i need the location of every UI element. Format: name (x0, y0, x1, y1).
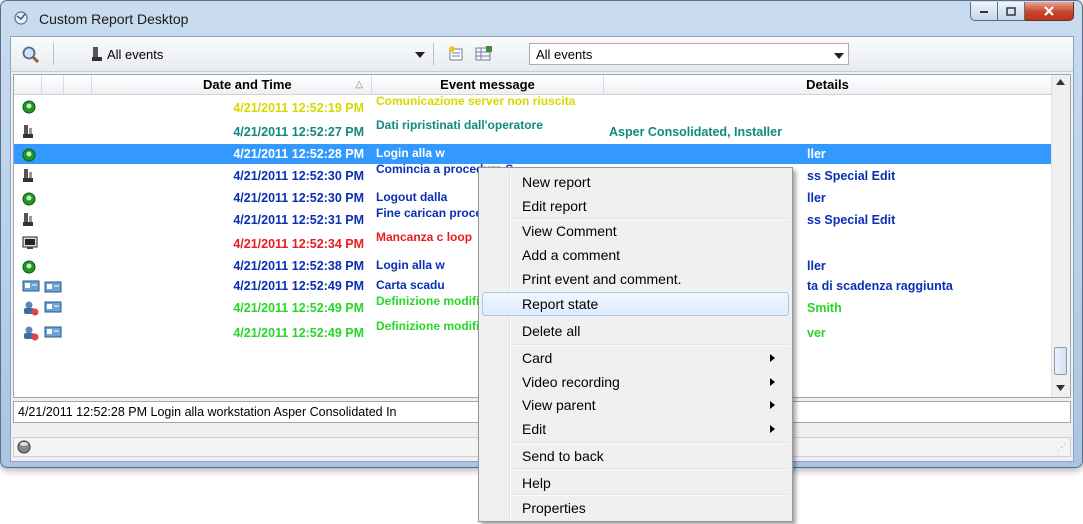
green-ok-icon (22, 100, 36, 117)
menu-item-report-state[interactable]: Report state (482, 292, 789, 316)
sort-ascending-icon: △ (355, 79, 363, 90)
column-header-details[interactable]: Details (604, 75, 1052, 94)
cell-details: ss Special Edit (807, 169, 896, 183)
green-ok-icon (22, 192, 36, 209)
menu-item-properties[interactable]: Properties (482, 496, 789, 520)
column-header-date[interactable]: Date and Time △ (92, 75, 372, 94)
menu-item-video-recording[interactable]: Video recording (482, 370, 789, 394)
table-row[interactable]: 4/21/2011 12:52:19 PM Comunicazione serve… (14, 96, 1052, 120)
card-icon (44, 301, 62, 316)
toolbar-separator (433, 43, 434, 65)
column-header-icon3[interactable] (64, 75, 92, 94)
event-filter-combo[interactable]: All events (529, 43, 849, 65)
chevron-down-icon (834, 53, 844, 59)
vertical-scrollbar[interactable] (1051, 75, 1070, 397)
cell-details: Smith (807, 301, 842, 315)
cell-details: ller (807, 147, 826, 161)
submenu-arrow-icon (770, 425, 775, 433)
menu-item-view-comment[interactable]: View Comment (482, 219, 789, 243)
monitor-icon (22, 236, 38, 253)
cell-date: 4/21/2011 12:52:49 PM (233, 301, 364, 315)
user-card-icon (22, 325, 40, 344)
menu-separator (512, 468, 787, 470)
menu-item-card[interactable]: Card (482, 346, 789, 370)
title-bar[interactable]: Custom Report Desktop (1, 1, 1082, 35)
cell-details: Asper Consolidated, Installer (609, 125, 782, 139)
connection-status-icon (17, 440, 31, 454)
minimize-icon (980, 11, 988, 13)
cell-date: 4/21/2011 12:52:38 PM (233, 259, 364, 273)
toolbar-separator (53, 43, 54, 65)
menu-item-help[interactable]: Help (482, 471, 789, 495)
cell-details: ller (807, 191, 826, 205)
combo-value: All events (536, 47, 593, 62)
table-row[interactable]: 4/21/2011 12:52:28 PM Login alla w ller (14, 144, 1052, 164)
minimize-button[interactable] (970, 2, 998, 21)
event-summary-text: 4/21/2011 12:52:28 PM Login alla worksta… (18, 405, 397, 419)
submenu-arrow-icon (770, 354, 775, 362)
menu-item-view-parent[interactable]: View parent (482, 393, 789, 417)
context-menu: New report Edit report View Comment Add … (478, 167, 793, 522)
card-icon (22, 280, 40, 295)
table-row[interactable]: 4/21/2011 12:52:27 PM Dati ripristinati d… (14, 120, 1052, 144)
app-icon (14, 11, 28, 25)
maximize-icon (1006, 6, 1016, 16)
menu-item-new-report[interactable]: New report (482, 170, 789, 194)
menu-item-edit-report[interactable]: Edit report (482, 194, 789, 218)
report-grid-icon[interactable] (474, 45, 494, 63)
cell-date: 4/21/2011 12:52:27 PM (233, 125, 364, 139)
resize-grip-icon[interactable]: ⋰ (1057, 442, 1066, 453)
card-icon (44, 281, 62, 296)
cell-date: 4/21/2011 12:52:28 PM (233, 147, 364, 161)
menu-item-edit[interactable]: Edit (482, 417, 789, 441)
new-report-icon[interactable] (447, 45, 465, 63)
toolbar: All events All events (11, 37, 1073, 72)
operator-icon (22, 124, 34, 143)
operator-icon (22, 168, 34, 187)
scroll-up-icon[interactable] (1056, 79, 1065, 85)
close-button[interactable] (1025, 2, 1074, 21)
maximize-button[interactable] (998, 2, 1025, 21)
user-card-icon (22, 300, 40, 319)
column-header-icon[interactable] (14, 75, 42, 94)
cell-date: 4/21/2011 12:52:49 PM (233, 279, 364, 293)
cell-date: 4/21/2011 12:52:49 PM (233, 326, 364, 340)
operator-icon (22, 212, 34, 231)
cell-message: Comunicazione server non riuscita (376, 96, 576, 108)
green-ok-icon (22, 260, 36, 277)
scroll-thumb[interactable] (1054, 347, 1067, 375)
table-header: Date and Time △ Event message Details (14, 75, 1052, 95)
submenu-arrow-icon (770, 401, 775, 409)
search-icon[interactable] (21, 45, 41, 65)
cell-date: 4/21/2011 12:52:19 PM (233, 101, 364, 115)
cell-details: ver (807, 326, 826, 340)
menu-item-send-to-back[interactable]: Send to back (482, 444, 789, 468)
cell-date: 4/21/2011 12:52:30 PM (233, 191, 364, 205)
column-header-icon2[interactable] (42, 75, 64, 94)
cell-date: 4/21/2011 12:52:30 PM (233, 169, 364, 183)
cell-details: ss Special Edit (807, 213, 896, 227)
card-icon (44, 326, 62, 341)
cell-date: 4/21/2011 12:52:34 PM (233, 237, 364, 251)
cell-date: 4/21/2011 12:52:31 PM (233, 213, 364, 227)
cell-details: ta di scadenza raggiunta (807, 279, 953, 293)
filter-operator-icon (92, 47, 102, 61)
scroll-down-icon[interactable] (1056, 385, 1065, 391)
filter-dropdown-icon[interactable] (415, 52, 425, 58)
cell-message: Dati ripristinati dall'operatore (376, 120, 543, 132)
window-title: Custom Report Desktop (39, 11, 189, 27)
menu-item-print[interactable]: Print event and comment. (482, 267, 789, 291)
menu-item-delete-all[interactable]: Delete all (482, 319, 789, 343)
filter-label[interactable]: All events (107, 47, 163, 62)
menu-item-add-comment[interactable]: Add a comment (482, 243, 789, 267)
column-header-message[interactable]: Event message (372, 75, 604, 94)
submenu-arrow-icon (770, 378, 775, 386)
close-icon (1044, 6, 1054, 16)
green-ok-icon (22, 148, 36, 165)
cell-details: ller (807, 259, 826, 273)
